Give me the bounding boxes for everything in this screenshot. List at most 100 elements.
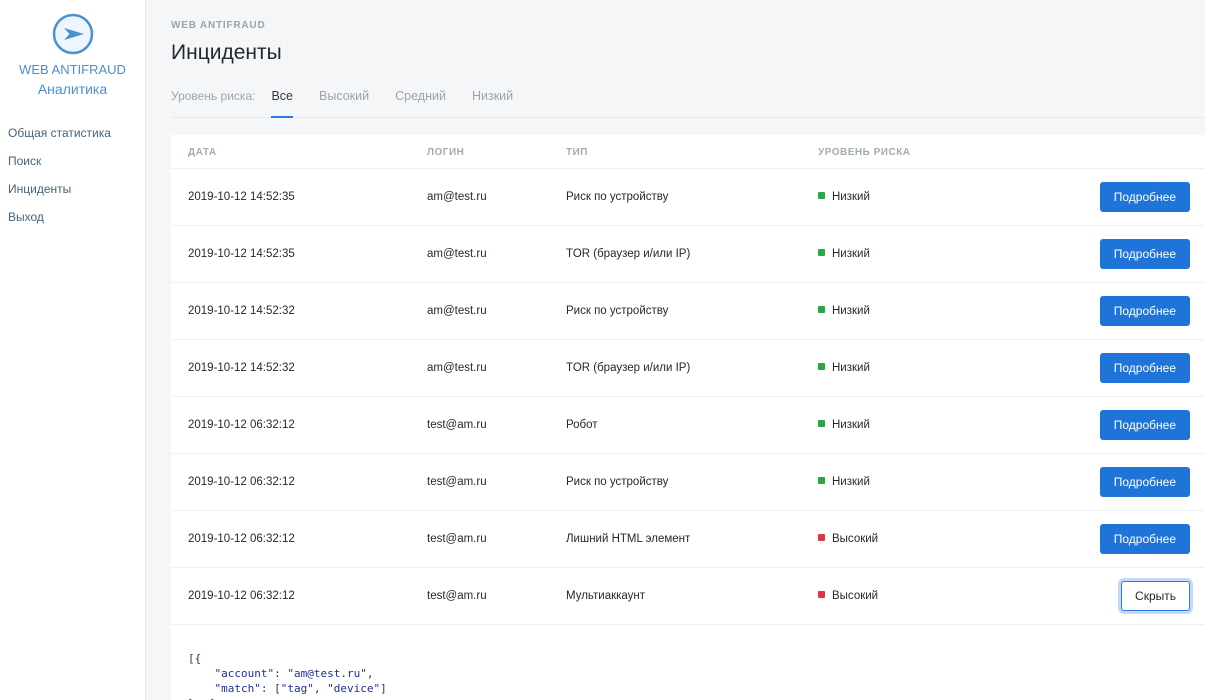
incident-type: Риск по устройству: [558, 453, 810, 511]
incident-date: 2019-10-12 06:32:12: [171, 567, 419, 625]
incident-date: 2019-10-12 06:32:12: [171, 453, 419, 511]
risk-dot: [818, 249, 825, 256]
incident-row: 2019-10-12 14:52:32 am@test.ru TOR (браузе…: [171, 339, 1205, 397]
risk-dot: [818, 591, 825, 598]
brand: WEB ANTIFRAUD Аналитика: [0, 12, 145, 97]
incident-login: test@am.ru: [419, 453, 558, 511]
column-header: ДАТА: [188, 147, 217, 158]
incident-actions: Подробнее: [1050, 510, 1205, 568]
risk-tab-all[interactable]: Все: [271, 89, 294, 118]
incidents-table: ДАТА ЛОГИН ТИП УРОВЕНЬ РИСКА 2019-10-12 14:…: [171, 135, 1205, 625]
incident-row: 2019-10-12 06:32:12 test@am.ru Мультиаккау…: [171, 567, 1205, 625]
incident-row: 2019-10-12 06:32:12 test@am.ru Робот Низкий…: [171, 396, 1205, 454]
show-details-button[interactable]: Подробнее: [1099, 467, 1190, 497]
incident-actions: Подробнее: [1050, 168, 1205, 226]
column-header: ТИП: [566, 147, 588, 158]
incident-detail-json: [{ "account": "am@test.ru", "match": ["t…: [188, 651, 1188, 700]
incident-row: 2019-10-12 14:52:32 am@test.ru Риск по уст…: [171, 282, 1205, 340]
incident-type: Риск по устройству: [558, 282, 810, 340]
risk-label: Высокий: [832, 590, 879, 602]
incident-row: 2019-10-12 06:32:12 test@am.ru Риск по уст…: [171, 453, 1205, 511]
show-details-button[interactable]: Подробнее: [1099, 524, 1190, 554]
risk-tab-high[interactable]: Высокий: [319, 89, 369, 118]
show-details-button[interactable]: Подробнее: [1099, 410, 1190, 440]
risk-filter-bar: Уровень риска: Все Высокий Средний Низкий: [171, 89, 1205, 118]
logo-icon: [51, 12, 95, 56]
incident-table-body: 2019-10-12 14:52:35 am@test.ru Риск по уст…: [171, 168, 1205, 625]
incident-type: TOR (браузер и/или IP): [558, 339, 810, 397]
column-header-actions: [1050, 135, 1205, 169]
risk-tabs: Все Высокий Средний Низкий: [271, 89, 539, 118]
code-line: }, {: [188, 696, 1188, 700]
risk-dot: [818, 477, 825, 484]
sidebar-item-search[interactable]: Поиск: [0, 147, 145, 175]
brand-title: WEB ANTIFRAUD: [19, 62, 126, 77]
incident-login: am@test.ru: [419, 282, 558, 340]
incidents-card: ДАТА ЛОГИН ТИП УРОВЕНЬ РИСКА 2019-10-12 14:…: [171, 135, 1205, 700]
show-details-button[interactable]: Подробнее: [1099, 353, 1190, 383]
incident-actions: Скрыть: [1050, 567, 1205, 625]
incident-actions: Подробнее: [1050, 225, 1205, 283]
incident-login: am@test.ru: [419, 225, 558, 283]
incident-detail: [{ "account": "am@test.ru", "match": ["t…: [171, 625, 1205, 700]
incident-login: test@am.ru: [419, 396, 558, 454]
incident-actions: Подробнее: [1050, 282, 1205, 340]
sidebar-item-incidents[interactable]: Инциденты: [0, 175, 145, 203]
hide-details-button[interactable]: Скрыть: [1121, 581, 1190, 611]
show-details-button[interactable]: Подробнее: [1099, 239, 1190, 269]
risk-dot: [818, 534, 825, 541]
incident-row: 2019-10-12 14:52:35 am@test.ru Риск по уст…: [171, 168, 1205, 226]
brand-subtitle: Аналитика: [37, 81, 108, 97]
incident-date: 2019-10-12 14:52:32: [171, 282, 419, 340]
incident-actions: Подробнее: [1050, 453, 1205, 511]
risk-label: Высокий: [832, 533, 879, 545]
app-root: WEB ANTIFRAUD Аналитика Общая статистика…: [0, 0, 1205, 700]
incident-risk: Высокий: [810, 567, 1050, 625]
risk-label: Низкий: [832, 248, 870, 260]
code-line: "account": "am@test.ru",: [214, 667, 374, 680]
risk-label: Низкий: [832, 362, 870, 374]
filter-label: Уровень риска:: [171, 89, 256, 103]
risk-tab-low[interactable]: Низкий: [472, 89, 513, 118]
sidebar-menu: Общая статистика Поиск Инциденты Выход: [0, 119, 145, 231]
sidebar: WEB ANTIFRAUD Аналитика Общая статистика…: [0, 0, 146, 700]
incident-login: am@test.ru: [419, 168, 558, 226]
incident-login: test@am.ru: [419, 567, 558, 625]
code-line: [{: [188, 652, 202, 665]
risk-dot: [818, 363, 825, 370]
breadcrumb: WEB ANTIFRAUD: [171, 20, 266, 31]
main-content: WEB ANTIFRAUD Инциденты Уровень риска: В…: [146, 0, 1205, 700]
incident-type: TOR (браузер и/или IP): [558, 225, 810, 283]
code-line: "match": ["tag", "device"]: [214, 682, 387, 695]
sidebar-item-logout[interactable]: Выход: [0, 203, 145, 231]
incident-row: 2019-10-12 14:52:35 am@test.ru TOR (браузе…: [171, 225, 1205, 283]
column-header: УРОВЕНЬ РИСКА: [818, 147, 911, 158]
incident-type: Риск по устройству: [558, 168, 810, 226]
incident-date: 2019-10-12 14:52:35: [171, 225, 419, 283]
incident-risk: Низкий: [810, 339, 1050, 397]
risk-label: Низкий: [832, 191, 870, 203]
risk-label: Низкий: [832, 419, 870, 431]
page-title: Инциденты: [171, 41, 282, 64]
risk-dot: [818, 306, 825, 313]
incident-row: 2019-10-12 06:32:12 test@am.ru Лишний HTML…: [171, 510, 1205, 568]
incident-login: am@test.ru: [419, 339, 558, 397]
show-details-button[interactable]: Подробнее: [1099, 296, 1190, 326]
incident-actions: Подробнее: [1050, 339, 1205, 397]
incident-risk: Низкий: [810, 453, 1050, 511]
risk-label: Низкий: [832, 476, 870, 488]
incident-risk: Низкий: [810, 168, 1050, 226]
incident-risk: Высокий: [810, 510, 1050, 568]
show-details-button[interactable]: Подробнее: [1099, 182, 1190, 212]
incident-risk: Низкий: [810, 225, 1050, 283]
incident-risk: Низкий: [810, 396, 1050, 454]
risk-tab-medium[interactable]: Средний: [395, 89, 446, 118]
risk-dot: [818, 420, 825, 427]
column-header: ЛОГИН: [427, 147, 465, 158]
sidebar-item-stats[interactable]: Общая статистика: [0, 119, 145, 147]
incident-type: Робот: [558, 396, 810, 454]
incident-date: 2019-10-12 14:52:35: [171, 168, 419, 226]
table-header-row: ДАТА ЛОГИН ТИП УРОВЕНЬ РИСКА: [171, 135, 1205, 169]
incident-type: Лишний HTML элемент: [558, 510, 810, 568]
incident-actions: Подробнее: [1050, 396, 1205, 454]
